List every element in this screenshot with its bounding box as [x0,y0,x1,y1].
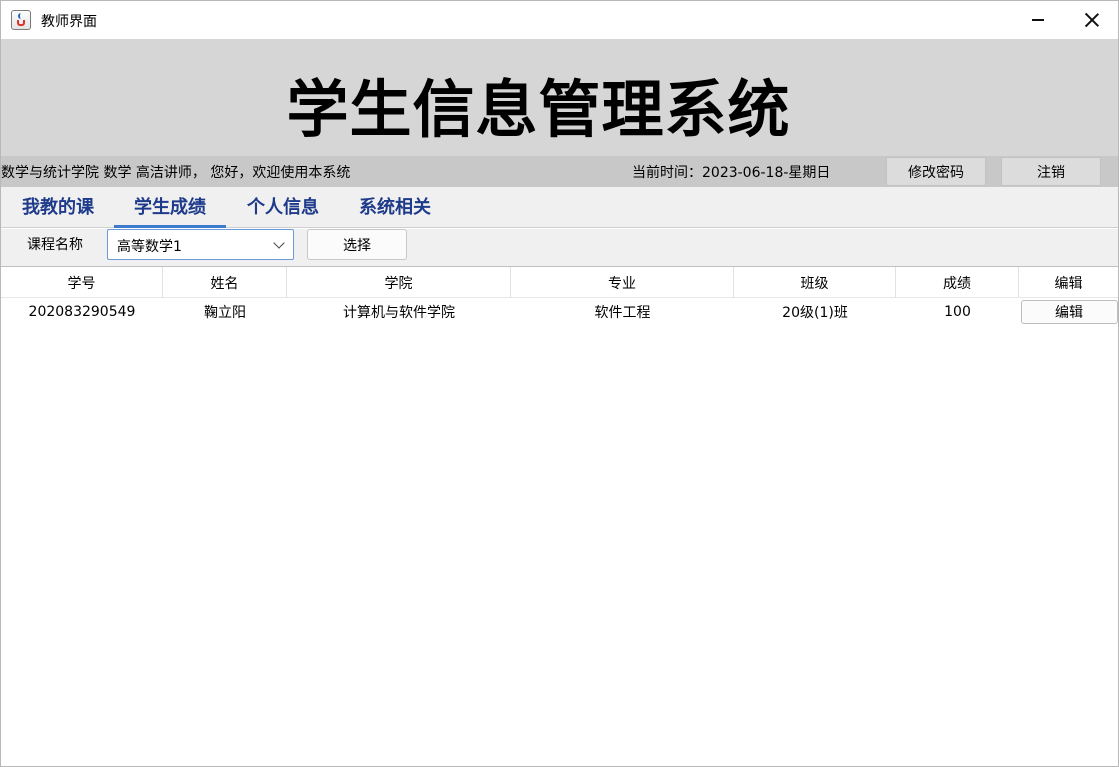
header-name[interactable]: 姓名 [163,267,287,298]
logout-button[interactable]: 注销 [1001,157,1101,186]
table-row[interactable]: 202083290549 鞠立阳 计算机与软件学院 软件工程 20级(1)班 1… [1,298,1118,326]
header-student-id[interactable]: 学号 [1,267,163,298]
cell-class: 20级(1)班 [782,305,848,321]
banner: 学生信息管理系统 [1,39,1118,156]
course-dropdown-value: 高等数学1 [117,239,182,255]
chevron-down-icon [273,237,285,249]
tab-my-courses[interactable]: 我教的课 [11,193,105,228]
current-time: 当前时间：2023-06-18-星期日 [632,165,831,181]
tab-system[interactable]: 系统相关 [347,193,443,228]
window-title: 教师界面 [41,14,97,30]
cell-student-id: 202083290549 [28,304,136,320]
table-header: 学号 姓名 学院 专业 班级 成绩 编辑 [1,267,1118,298]
header-score[interactable]: 成绩 [896,267,1019,298]
header-class[interactable]: 班级 [734,267,896,298]
course-select-row: 课程名称 高等数学1 选择 [1,229,1118,266]
edit-button[interactable]: 编辑 [1020,300,1118,324]
grades-table: 学号 姓名 学院 专业 班级 成绩 编辑 202083290549 鞠立阳 计算… [1,266,1118,766]
cell-major: 软件工程 [594,305,651,321]
info-bar: 数学与统计学院 数学 高洁讲师， 您好，欢迎使用本系统 当前时间：2023-06… [1,156,1118,187]
close-button[interactable] [1069,1,1115,39]
welcome-text: 数学与统计学院 数学 高洁讲师， 您好，欢迎使用本系统 [1,165,351,181]
choose-button[interactable]: 选择 [307,229,407,260]
system-title: 学生信息管理系统 [286,73,791,146]
tab-student-grades[interactable]: 学生成绩 [114,193,226,228]
tab-personal-info[interactable]: 个人信息 [235,193,331,228]
header-college[interactable]: 学院 [287,267,511,298]
java-cup-icon [11,10,31,30]
cell-edit: 编辑 [1019,298,1118,326]
change-password-button[interactable]: 修改密码 [886,157,986,186]
header-major[interactable]: 专业 [511,267,734,298]
minimize-button[interactable] [1015,1,1061,39]
teacher-window: 教师界面 学生信息管理系统 数学与统计学院 数学 高洁讲师， 您好，欢迎使用本系… [0,0,1119,767]
minimize-icon [1032,19,1044,21]
tab-bar: 我教的课 学生成绩 个人信息 系统相关 [1,187,1118,228]
cell-name: 鞠立阳 [204,305,246,321]
cell-score: 100 [944,304,971,320]
cell-college: 计算机与软件学院 [343,305,455,321]
header-edit[interactable]: 编辑 [1019,267,1118,298]
course-dropdown[interactable]: 高等数学1 [107,229,294,260]
title-bar: 教师界面 [1,1,1118,39]
close-icon [1085,13,1099,27]
course-name-label: 课程名称 [27,237,83,253]
